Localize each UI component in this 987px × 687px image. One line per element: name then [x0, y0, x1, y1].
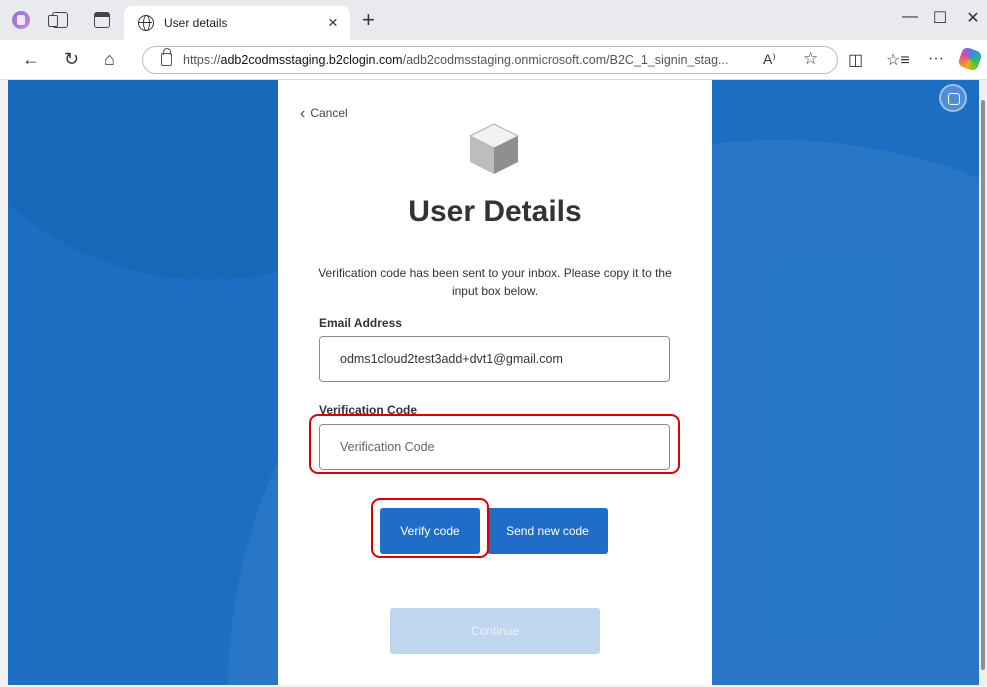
continue-button[interactable]: Continue [390, 608, 600, 654]
verification-code-input[interactable] [319, 424, 670, 470]
cancel-link[interactable]: ‹ Cancel [300, 105, 348, 123]
split-screen-icon[interactable]: ◫ [848, 50, 863, 70]
maximize-button[interactable]: ☐ [925, 8, 955, 28]
copilot-icon[interactable] [957, 46, 983, 72]
email-field[interactable] [319, 336, 670, 382]
new-tab-button[interactable]: + [362, 7, 375, 33]
send-new-code-button[interactable]: Send new code [487, 508, 608, 554]
minimize-button[interactable]: — [895, 8, 925, 26]
address-bar[interactable]: https://adb2codmsstaging.b2clogin.com/ad… [142, 46, 838, 74]
scrollbar-thumb[interactable] [981, 100, 985, 670]
lock-icon[interactable] [161, 48, 172, 66]
cube-logo-icon [468, 123, 520, 174]
cancel-label: Cancel [310, 106, 348, 120]
verify-code-button[interactable]: Verify code [380, 508, 480, 554]
navigation-bar: ← ↻ ⌂ https://adb2codmsstaging.b2clogin.… [0, 40, 987, 80]
verification-code-label: Verification Code [319, 403, 418, 417]
reload-button[interactable]: ↻ [64, 49, 79, 70]
verification-info-text: Verification code has been sent to your … [318, 266, 672, 298]
close-window-button[interactable]: ✕ [958, 8, 987, 28]
user-details-card: ‹ Cancel User Details Verification code h… [278, 80, 712, 685]
tab-close-icon[interactable]: × [328, 13, 338, 33]
read-aloud-icon[interactable]: A⁾ [763, 51, 776, 68]
more-menu-icon[interactable]: ··· [928, 50, 944, 68]
email-label: Email Address [319, 316, 402, 330]
tab-title: User details [164, 16, 228, 30]
favorites-icon[interactable]: ☆≡ [886, 50, 910, 70]
url-host: adb2codmsstaging.b2clogin.com [220, 53, 403, 67]
globe-icon [138, 15, 154, 31]
home-button[interactable]: ⌂ [104, 49, 115, 70]
back-button[interactable]: ← [22, 49, 40, 70]
page-title: User Details [408, 195, 582, 228]
profile-icon[interactable] [12, 11, 30, 29]
tab-strip: User details × + — ☐ ✕ [0, 0, 987, 40]
tab-user-details[interactable]: User details × [124, 6, 350, 40]
url-text[interactable]: https://adb2codmsstaging.b2clogin.com/ad… [183, 53, 728, 67]
favorite-star-icon[interactable]: ☆ [803, 49, 818, 69]
workspaces-icon[interactable] [48, 12, 68, 28]
chevron-left-icon: ‹ [300, 105, 306, 122]
tab-actions-icon[interactable] [94, 12, 110, 28]
screenshot-icon[interactable] [939, 84, 967, 112]
